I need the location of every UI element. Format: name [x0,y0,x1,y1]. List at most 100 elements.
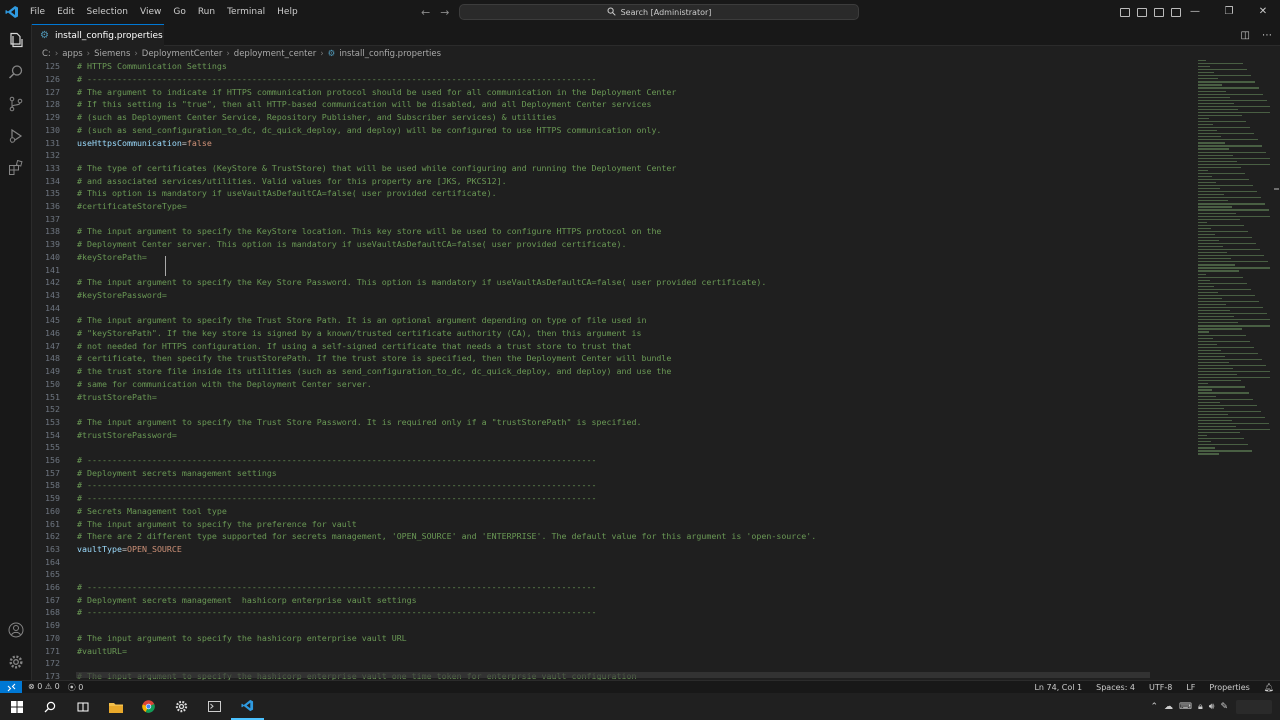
code-line[interactable]: 141 [32,263,60,276]
close-icon[interactable]: ✕ [1246,0,1280,24]
code-line[interactable]: 150 # same for communication with the Dep… [32,378,372,391]
code-line[interactable]: 137 [32,212,60,225]
code-line[interactable]: 140 #keyStorePath= [32,251,147,264]
code-line[interactable]: 172 [32,657,60,670]
restore-icon[interactable]: ❐ [1212,0,1246,24]
explorer-icon[interactable] [6,30,26,50]
code-line[interactable]: 165 [32,568,60,581]
menu-item-edit[interactable]: Edit [51,0,80,24]
scroll-thumb[interactable] [1274,188,1279,190]
code-line[interactable]: 155 [32,441,60,454]
code-line[interactable]: 148 # certificate, then specify the trust… [32,352,671,365]
code-line[interactable]: 166 # -----------------------------------… [32,581,597,594]
code-line[interactable]: 133 # The type of certificates (KeyStore … [32,162,676,175]
code-line[interactable]: 147 # not needed for HTTPS configuration.… [32,339,631,352]
code-line[interactable]: 170 # The input argument to specify the h… [32,632,407,645]
code-line[interactable]: 169 [32,619,60,632]
menu-item-file[interactable]: File [24,0,51,24]
language-mode[interactable]: Properties [1209,683,1249,692]
code-line[interactable]: 145 # The input argument to specify the T… [32,314,646,327]
terminal-app-icon[interactable] [198,693,231,720]
code-line[interactable]: 128 # If this setting is "true", then all… [32,98,651,111]
code-line[interactable]: 157 # Deployment secrets management setti… [32,466,277,479]
horizontal-scrollbar[interactable] [76,672,1150,678]
tray-pen-icon[interactable]: ✎ [1220,702,1228,712]
code-line[interactable]: 136 #certificateStoreType= [32,200,187,213]
task-view-icon[interactable] [66,693,99,720]
code-line[interactable]: 168 # -----------------------------------… [32,606,597,619]
code-line[interactable]: 152 [32,403,60,416]
code-line[interactable]: 135 # This option is mandatory if useVaul… [32,187,497,200]
tray-chevron-up-icon[interactable]: ⌃ [1150,702,1158,712]
manage-gear-icon[interactable] [6,652,26,672]
run-debug-icon[interactable] [6,126,26,146]
tray-volume-icon[interactable]: 🔊︎ [1209,702,1215,712]
code-line[interactable]: 162 # There are 2 different type supporte… [32,530,816,543]
code-line[interactable]: 127 # The argument to indicate if HTTPS c… [32,85,676,98]
code-line[interactable]: 132 [32,149,60,162]
ports-indicator[interactable]: ⦿ 0 [68,682,84,693]
extensions-icon[interactable] [6,158,26,178]
source-control-icon[interactable] [6,94,26,114]
code-line[interactable]: 171 #vaultURL= [32,644,127,657]
breadcrumb-item[interactable]: Siemens [94,49,130,59]
vertical-scrollbar[interactable] [1272,60,1280,680]
menu-item-selection[interactable]: Selection [81,0,134,24]
tray-cloud-icon[interactable]: ☁ [1164,702,1173,712]
breadcrumb-item[interactable]: DeploymentCenter [142,49,223,59]
code-line[interactable]: 167 # Deployment secrets management hashi… [32,593,417,606]
code-line[interactable]: 154 #trustStorePassword= [32,428,177,441]
code-line[interactable]: 144 [32,301,60,314]
code-line[interactable]: 161 # The input argument to specify the p… [32,517,357,530]
code-line[interactable]: 164 [32,555,60,568]
encoding[interactable]: UTF-8 [1149,683,1172,692]
code-line[interactable]: 143 #keyStorePassword= [32,289,167,302]
code-line[interactable]: 130 # (such as send_configuration_to_dc, … [32,124,661,137]
tray-network-icon[interactable]: ⌨ [1179,702,1192,712]
code-line[interactable]: 160 # Secrets Management tool type [32,505,227,518]
file-explorer-icon[interactable] [99,693,132,720]
problems-indicator[interactable]: ⊗ 0 ⚠ 0 [28,682,60,693]
code-line[interactable]: 159 # -----------------------------------… [32,492,597,505]
toggle-panel-icon[interactable] [1137,7,1147,17]
code-line[interactable]: 149 # the trust store file inside its uti… [32,365,671,378]
split-editor-icon[interactable]: ◫ [1241,30,1250,41]
remote-indicator-icon[interactable] [0,680,22,694]
tray-lock-icon[interactable]: 🔒︎ [1198,702,1203,712]
code-editor[interactable]: 125 # HTTPS Communication Settings 126 # --… [32,60,1190,680]
toggle-secondary-sidebar-icon[interactable] [1154,7,1164,17]
vscode-taskbar-icon[interactable] [231,693,264,720]
menu-item-view[interactable]: View [134,0,167,24]
code-line[interactable]: 131 useHttpsCommunication=false [32,136,212,149]
indentation[interactable]: Spaces: 4 [1096,683,1135,692]
code-line[interactable]: 173# The input argument to specify the h… [32,670,636,680]
code-line[interactable]: 142 # The input argument to specify the K… [32,276,766,289]
code-line[interactable]: 146 # "keyStorePath". If the key store is… [32,327,641,340]
breadcrumb-item[interactable]: C: [42,49,51,59]
forward-arrow-icon[interactable]: → [440,6,449,19]
minimize-icon[interactable]: — [1178,0,1212,24]
code-line[interactable]: 163 vaultType=OPEN_SOURCE [32,543,182,556]
windows-start-icon[interactable] [0,693,33,720]
breadcrumb-item[interactable]: apps [62,49,82,59]
more-actions-icon[interactable]: ⋯ [1262,30,1272,41]
code-line[interactable]: 138 # The input argument to specify the K… [32,225,661,238]
notifications-bell-icon[interactable]: 🔔︎ [1264,683,1274,692]
settings-app-icon[interactable] [165,693,198,720]
back-arrow-icon[interactable]: ← [421,6,430,19]
chrome-icon[interactable] [132,693,165,720]
code-line[interactable]: 156 # -----------------------------------… [32,454,597,467]
code-line[interactable]: 126 # -----------------------------------… [32,73,597,86]
code-line[interactable]: 125 # HTTPS Communication Settings [32,60,227,73]
clock[interactable] [1236,700,1272,714]
end-of-line[interactable]: LF [1186,683,1195,692]
toggle-primary-sidebar-icon[interactable] [1120,7,1130,17]
menu-item-run[interactable]: Run [192,0,221,24]
accounts-icon[interactable] [6,620,26,640]
command-center-search[interactable]: Search [Administrator] [459,4,859,20]
menu-item-terminal[interactable]: Terminal [221,0,271,24]
search-view-icon[interactable] [6,62,26,82]
code-line[interactable]: 129 # (such as Deployment Center Service,… [32,111,557,124]
menu-item-help[interactable]: Help [271,0,304,24]
breadcrumb-item[interactable]: deployment_center [234,49,316,59]
